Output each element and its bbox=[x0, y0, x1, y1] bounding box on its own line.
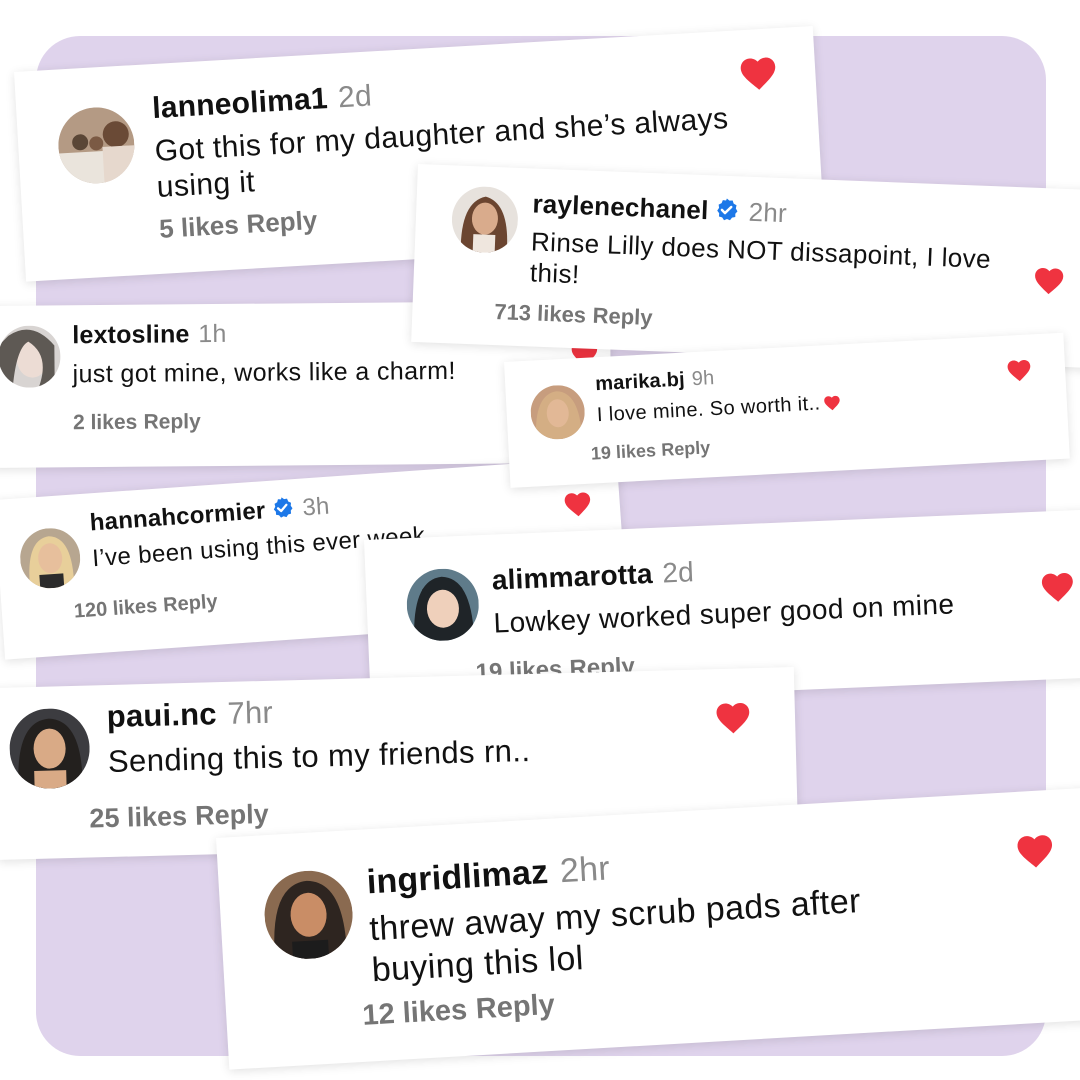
avatar[interactable] bbox=[529, 383, 587, 441]
heart-icon[interactable] bbox=[713, 698, 754, 735]
avatar[interactable] bbox=[56, 105, 137, 186]
heart-icon[interactable] bbox=[736, 52, 780, 92]
comment-meta: 2 likes Reply bbox=[73, 410, 201, 435]
avatar[interactable] bbox=[450, 185, 520, 254]
timestamp: 2d bbox=[337, 79, 373, 115]
comment-text: Sending this to my friends rn.. bbox=[107, 732, 531, 780]
likes-count[interactable]: 12 likes bbox=[362, 994, 468, 1032]
verified-badge-icon bbox=[713, 197, 740, 224]
reply-button[interactable]: Reply bbox=[661, 437, 711, 460]
timestamp: 1h bbox=[198, 319, 227, 349]
avatar[interactable] bbox=[18, 526, 83, 591]
avatar[interactable] bbox=[8, 707, 91, 790]
comment-meta: 713 likes Reply bbox=[494, 299, 653, 331]
timestamp: 2hr bbox=[748, 196, 788, 229]
username[interactable]: raylenechanel 2hr bbox=[532, 188, 788, 229]
timestamp: 3h bbox=[301, 492, 331, 522]
comment-card: ingridlimaz 2hr threw away my scrub pads … bbox=[216, 787, 1080, 1070]
timestamp: 2d bbox=[661, 556, 695, 589]
username[interactable]: marika.bj 9h bbox=[595, 367, 715, 396]
avatar[interactable] bbox=[262, 868, 356, 962]
comment-meta: 12 likes Reply bbox=[362, 989, 556, 1033]
heart-icon[interactable] bbox=[561, 488, 595, 518]
heart-icon[interactable] bbox=[1038, 568, 1077, 604]
likes-count[interactable]: 713 likes bbox=[494, 299, 587, 328]
reply-button[interactable]: Reply bbox=[143, 410, 200, 433]
comment-text: Rinse Lilly does NOT dissapoint, I love … bbox=[529, 226, 992, 290]
comment-meta: 25 likes Reply bbox=[89, 799, 269, 835]
heart-emoji-icon bbox=[822, 393, 842, 411]
avatar[interactable] bbox=[405, 567, 481, 643]
heart-icon[interactable] bbox=[1013, 830, 1057, 870]
timestamp: 7hr bbox=[227, 694, 274, 731]
heart-icon[interactable] bbox=[1031, 264, 1066, 296]
heart-icon[interactable] bbox=[1004, 356, 1033, 382]
username[interactable]: ingridlimaz 2hr bbox=[366, 849, 611, 902]
likes-count[interactable]: 25 likes bbox=[89, 801, 187, 834]
likes-count[interactable]: 120 likes bbox=[73, 595, 158, 623]
reply-button[interactable]: Reply bbox=[246, 205, 318, 239]
avatar[interactable] bbox=[0, 325, 61, 388]
comment-meta: 19 likes Reply bbox=[590, 437, 710, 464]
timestamp: 2hr bbox=[558, 849, 611, 891]
reply-button[interactable]: Reply bbox=[195, 799, 269, 831]
comment-meta: 120 likes Reply bbox=[73, 591, 218, 624]
likes-count[interactable]: 2 likes bbox=[73, 411, 137, 435]
reply-button[interactable]: Reply bbox=[162, 591, 218, 617]
reply-button[interactable]: Reply bbox=[475, 989, 556, 1025]
verified-badge-icon bbox=[269, 495, 295, 521]
username[interactable]: lextosline 1h bbox=[72, 320, 227, 350]
username[interactable]: alimmarotta 2d bbox=[491, 556, 694, 596]
likes-count[interactable]: 5 likes bbox=[158, 209, 239, 244]
username[interactable]: lanneolima1 2d bbox=[151, 79, 372, 126]
likes-count[interactable]: 19 likes bbox=[590, 440, 656, 463]
username[interactable]: paui.nc 7hr bbox=[106, 695, 273, 735]
timestamp: 9h bbox=[691, 367, 715, 391]
comment-meta: 5 likes Reply bbox=[158, 205, 318, 245]
reply-button[interactable]: Reply bbox=[592, 303, 653, 330]
